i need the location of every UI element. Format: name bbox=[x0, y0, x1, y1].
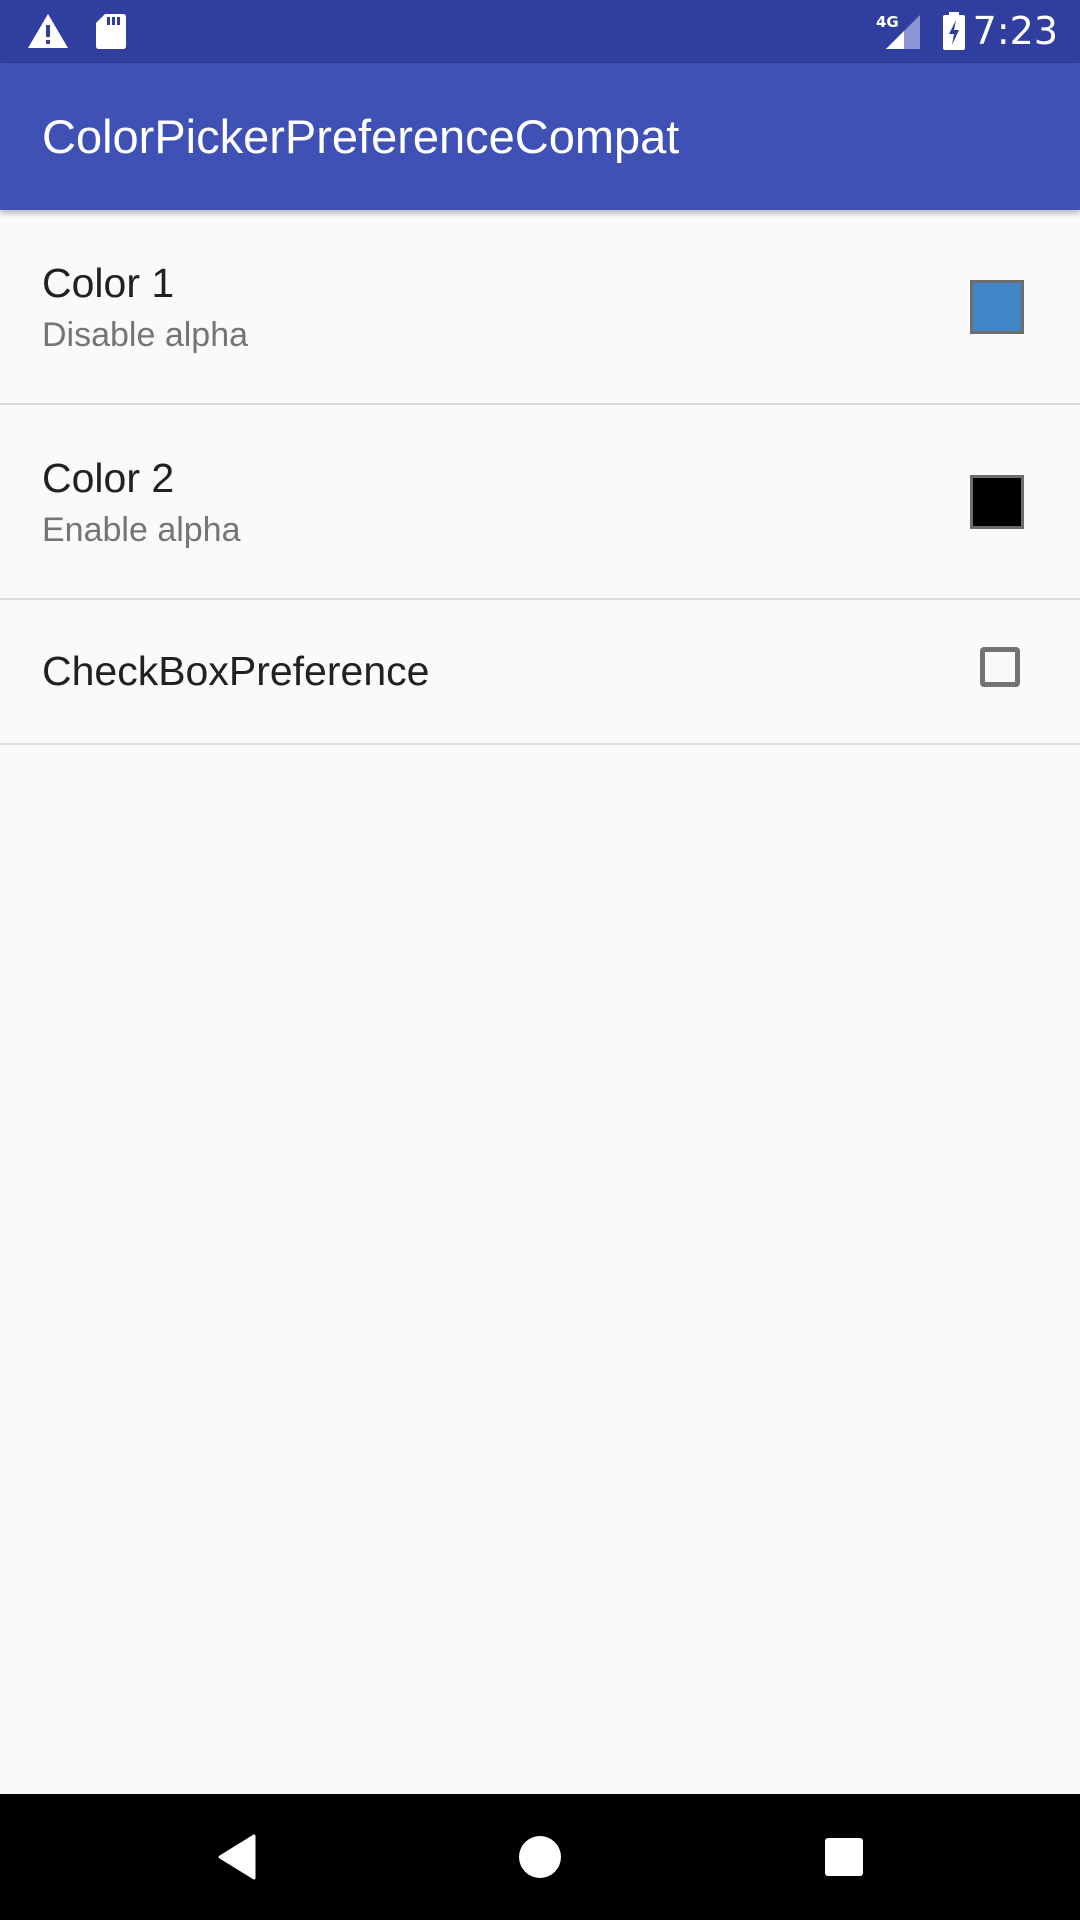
preference-checkbox[interactable]: CheckBoxPreference bbox=[0, 600, 1080, 745]
preference-title: Color 2 bbox=[42, 455, 175, 501]
signal-icon: 4G bbox=[874, 10, 922, 52]
app-bar: ColorPickerPreferenceCompat bbox=[0, 63, 1080, 210]
app-title: ColorPickerPreferenceCompat bbox=[42, 110, 680, 163]
navigation-bar bbox=[0, 1794, 1080, 1920]
preference-summary: Disable alpha bbox=[42, 316, 249, 354]
sd-card-icon bbox=[94, 10, 128, 52]
screen: 4G 7:23 ColorPickerPreferenceCompat Colo… bbox=[0, 0, 1080, 1920]
preference-color-2[interactable]: Color 2 Enable alpha bbox=[0, 405, 1080, 600]
back-icon[interactable] bbox=[204, 1824, 270, 1890]
recents-icon[interactable] bbox=[811, 1824, 877, 1890]
network-type-label: 4G bbox=[876, 13, 899, 31]
preference-list: Color 1 Disable alpha Color 2 Enable alp… bbox=[0, 210, 1080, 745]
home-icon[interactable] bbox=[507, 1824, 573, 1890]
checkbox[interactable] bbox=[980, 647, 1020, 687]
preference-summary: Enable alpha bbox=[42, 511, 241, 549]
color-swatch[interactable] bbox=[970, 280, 1024, 334]
warning-icon bbox=[26, 10, 70, 52]
status-bar: 4G 7:23 bbox=[0, 0, 1080, 63]
status-time: 7:23 bbox=[972, 9, 1058, 53]
battery-charging-icon bbox=[940, 10, 968, 52]
preference-color-1[interactable]: Color 1 Disable alpha bbox=[0, 210, 1080, 405]
preference-title: CheckBoxPreference bbox=[42, 648, 430, 694]
preference-title: Color 1 bbox=[42, 260, 175, 306]
color-swatch[interactable] bbox=[970, 475, 1024, 529]
